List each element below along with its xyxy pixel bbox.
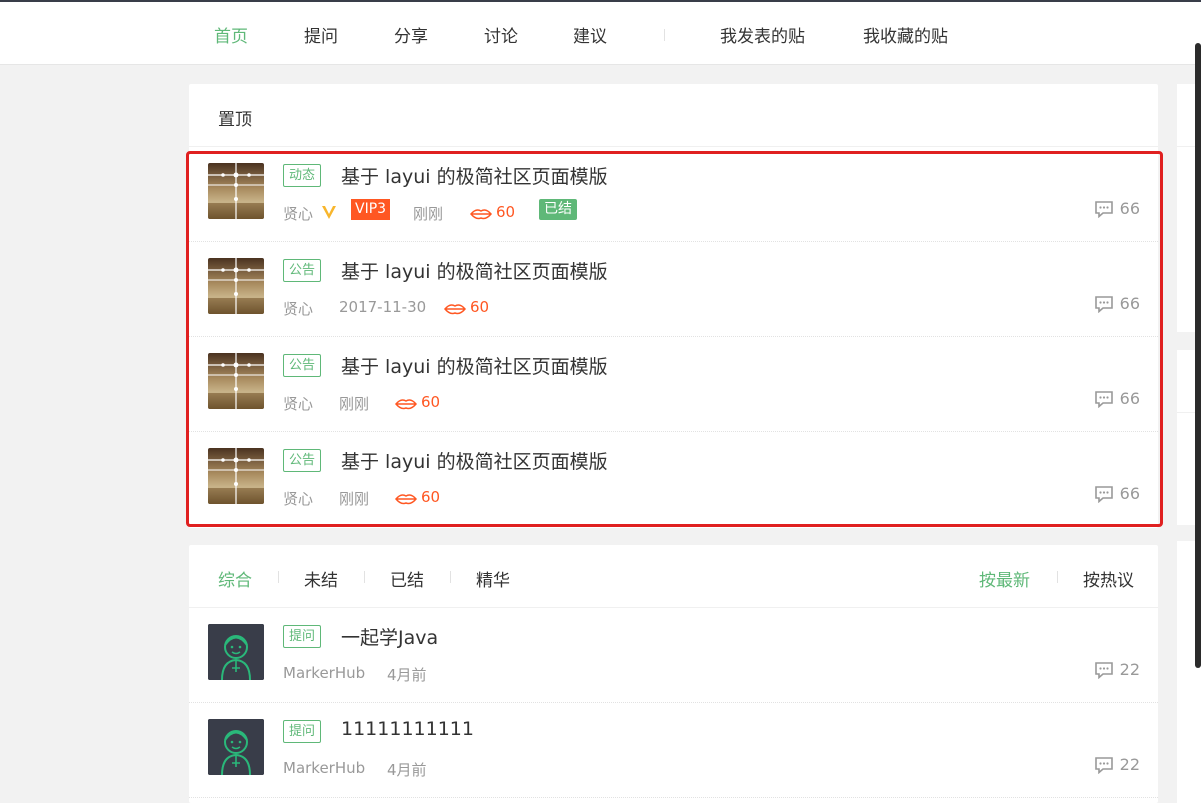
comment-count: 66 (1094, 199, 1140, 219)
post-tag: 提问 (283, 720, 322, 743)
post-title[interactable]: 一起学Java (341, 623, 438, 650)
kiss-icon (470, 209, 492, 220)
kiss-count: 60 (470, 203, 515, 221)
avatar[interactable] (208, 719, 264, 775)
comment-count: 66 (1094, 389, 1140, 409)
sort-newest[interactable]: 按最新 (979, 566, 1030, 591)
post-tag: 动态 (283, 164, 322, 187)
tab-separator (1057, 571, 1058, 583)
kiss-icon (444, 304, 466, 315)
comment-icon (1094, 757, 1113, 775)
post-time: 4月前 (387, 666, 427, 684)
verified-icon (320, 203, 338, 225)
list-item[interactable]: 公告 基于 layui 的极简社区页面模版 贤心 刚刚 60 66 (189, 432, 1158, 527)
post-author[interactable]: 贤心 (283, 298, 313, 319)
post-time: 刚刚 (339, 490, 370, 508)
comment-icon (1094, 391, 1113, 409)
avatar[interactable] (208, 353, 264, 409)
list-item[interactable]: 公告 基于 layui 的极简社区页面模版 贤心 2017-11-30 60 6… (189, 242, 1158, 337)
comment-icon (1094, 201, 1113, 219)
nav-suggest[interactable]: 建议 (573, 22, 607, 47)
kiss-icon (395, 494, 417, 505)
post-author[interactable]: MarkerHub (283, 664, 365, 682)
tab-solved[interactable]: 已结 (390, 566, 424, 591)
post-tag: 公告 (283, 259, 322, 282)
comment-count: 22 (1094, 755, 1140, 775)
pinned-title: 置顶 (218, 110, 252, 130)
post-title[interactable]: 基于 layui 的极简社区页面模版 (341, 257, 608, 284)
post-title[interactable]: 基于 layui 的极简社区页面模版 (341, 352, 608, 379)
scrollbar[interactable] (1195, 43, 1201, 668)
post-author[interactable]: MarkerHub (283, 759, 365, 777)
sort-hot[interactable]: 按热议 (1083, 566, 1134, 591)
kiss-count: 60 (395, 393, 440, 411)
vip-badge: VIP3 (351, 199, 391, 220)
kiss-count: 60 (395, 488, 440, 506)
post-tag: 公告 (283, 354, 322, 377)
list-item[interactable]: 公告 基于 layui 的极简社区页面模版 贤心 刚刚 60 66 (189, 337, 1158, 432)
post-time: 2017-11-30 (339, 298, 427, 316)
avatar[interactable] (208, 448, 264, 504)
post-tag: 公告 (283, 449, 322, 472)
comment-count: 66 (1094, 484, 1140, 504)
tab-unsolved[interactable]: 未结 (304, 566, 338, 591)
tab-separator (450, 571, 451, 583)
comment-count: 22 (1094, 660, 1140, 680)
nav-separator (664, 29, 665, 41)
tab-separator (364, 571, 365, 583)
post-list-panel: 综合 未结 已结 精华 按最新 按热议 提问 一起学Java MarkerHub… (189, 545, 1158, 803)
pinned-posts-panel: 置顶 动态 基于 layui 的极简社区页面模版 贤心 VIP3 刚刚 60 已… (189, 84, 1158, 528)
post-title[interactable]: 基于 layui 的极简社区页面模版 (341, 162, 608, 189)
post-time: 4月前 (387, 761, 427, 779)
nav-share[interactable]: 分享 (394, 22, 428, 47)
kiss-count: 60 (444, 298, 489, 316)
nav-home[interactable]: 首页 (214, 22, 248, 47)
solved-badge: 已结 (539, 199, 577, 220)
sub-navigation: 首页 提问 分享 讨论 建议 我发表的贴 我收藏的贴 (0, 2, 1201, 65)
avatar[interactable] (208, 258, 264, 314)
nav-my-favorites[interactable]: 我收藏的贴 (863, 22, 948, 47)
list-item[interactable]: 动态 基于 layui 的极简社区页面模版 贤心 VIP3 刚刚 60 已结 6… (189, 147, 1158, 242)
post-author[interactable]: 贤心 (283, 203, 313, 224)
tab-all[interactable]: 综合 (218, 566, 252, 591)
comment-count: 66 (1094, 294, 1140, 314)
tab-featured[interactable]: 精华 (476, 566, 510, 591)
comment-icon (1094, 296, 1113, 314)
post-tag: 提问 (283, 625, 322, 648)
comment-icon (1094, 486, 1113, 504)
tab-separator (278, 571, 279, 583)
post-time: 刚刚 (413, 205, 444, 223)
post-time: 刚刚 (339, 395, 370, 413)
avatar[interactable] (208, 163, 264, 219)
kiss-icon (395, 399, 417, 410)
list-item[interactable]: 提问 11111111111 MarkerHub 4月前 22 (189, 703, 1158, 798)
avatar[interactable] (208, 624, 264, 680)
list-item[interactable]: 提问 一起学Java MarkerHub 4月前 22 (189, 608, 1158, 703)
post-author[interactable]: 贤心 (283, 488, 313, 509)
post-title[interactable]: 基于 layui 的极简社区页面模版 (341, 447, 608, 474)
nav-question[interactable]: 提问 (304, 22, 338, 47)
nav-my-posts[interactable]: 我发表的贴 (720, 22, 805, 47)
post-author[interactable]: 贤心 (283, 393, 313, 414)
post-title[interactable]: 11111111111 (341, 718, 474, 740)
comment-icon (1094, 662, 1113, 680)
nav-discuss[interactable]: 讨论 (484, 22, 518, 47)
